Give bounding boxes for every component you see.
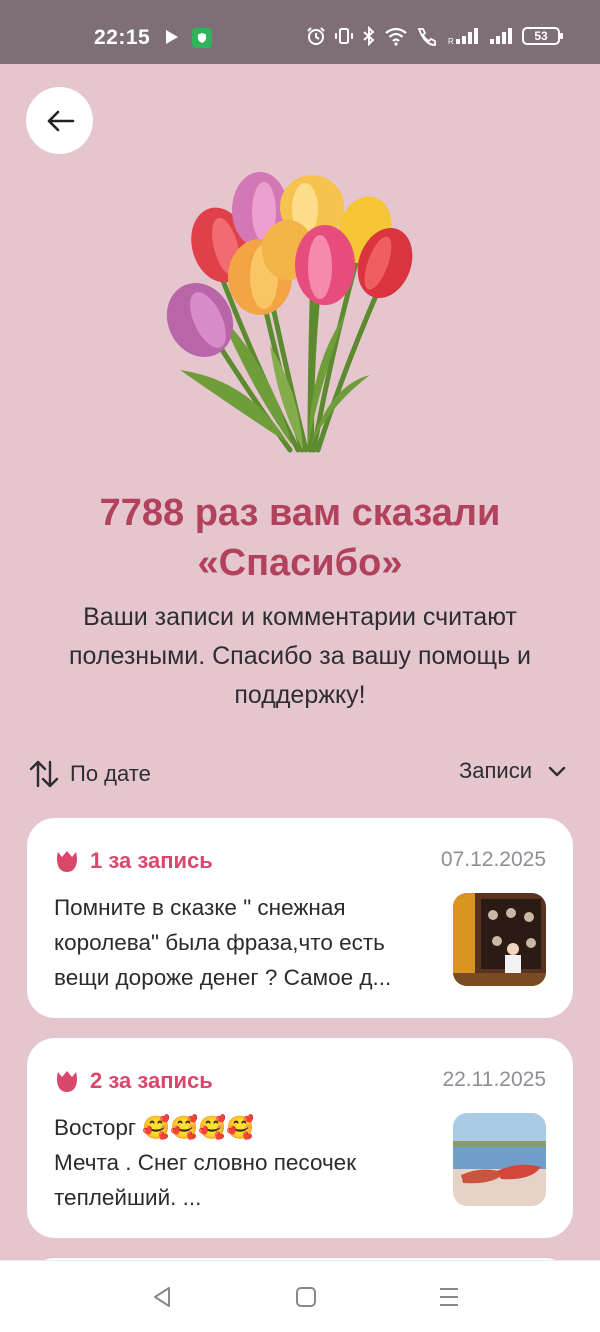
menu-lines-icon xyxy=(440,1288,458,1306)
play-icon xyxy=(166,30,178,44)
status-icons: R 53 xyxy=(306,26,563,46)
nav-back-button[interactable] xyxy=(148,1283,176,1311)
signal-icon: R xyxy=(448,28,478,46)
thanks-card[interactable]: 1 за запись 07.12.2025 Помните в сказке … xyxy=(27,818,573,1018)
shield-icon xyxy=(192,28,212,48)
arrow-left-icon xyxy=(47,110,74,131)
filter-dropdown[interactable]: Записи xyxy=(459,758,568,784)
excerpt-line: Мечта . Снег словно песочек xyxy=(54,1150,357,1175)
nav-menu-button[interactable] xyxy=(435,1283,463,1311)
filter-label: Записи xyxy=(458,758,532,783)
card-date: 07.12.2025 xyxy=(440,848,546,871)
thanks-count: 2 за запись xyxy=(90,1068,213,1093)
sort-button[interactable]: По дате xyxy=(28,758,151,790)
tulip-icon xyxy=(57,851,77,872)
back-triangle-icon xyxy=(154,1287,170,1307)
back-button[interactable] xyxy=(26,87,93,154)
alarm-icon xyxy=(307,27,325,45)
subtitle-text: Ваши записи и комментарии считают полезн… xyxy=(69,603,531,709)
svg-text:R: R xyxy=(448,37,454,46)
sort-label: По дате xyxy=(70,761,151,786)
thanks-count: 1 за запись xyxy=(90,848,213,873)
call-icon xyxy=(417,28,436,46)
card-excerpt: Восторг 🥰🥰🥰🥰 Мечта . Снег словно песочек… xyxy=(54,1110,429,1215)
tulip-icon xyxy=(57,1071,77,1092)
wifi-icon xyxy=(385,27,407,46)
thanks-card[interactable]: 2 за запись 22.11.2025 Восторг 🥰🥰🥰🥰 Мечт… xyxy=(27,1038,573,1238)
nav-home-button[interactable] xyxy=(292,1283,320,1311)
excerpt-line: королева" была фраза,что есть xyxy=(54,930,385,955)
sort-arrows-icon xyxy=(29,760,59,788)
card-meta: 2 за запись xyxy=(54,1068,213,1094)
vibrate-icon xyxy=(335,28,353,44)
headline: 7788 раз вам сказали «Спасибо» xyxy=(99,492,501,584)
tulip-bouquet-image xyxy=(166,172,413,453)
card-meta: 1 за запись xyxy=(54,848,213,874)
signal-icon xyxy=(490,28,512,44)
excerpt-line: Помните в сказке " снежная xyxy=(54,895,346,920)
card-date: 22.11.2025 xyxy=(442,1068,546,1091)
card-thumbnail[interactable] xyxy=(453,893,546,986)
card-excerpt: Помните в сказке " снежная королева" был… xyxy=(54,890,429,995)
excerpt-line: теплейший. ... xyxy=(54,1185,202,1210)
home-square-icon xyxy=(296,1287,316,1307)
bluetooth-icon xyxy=(363,26,375,46)
card-thumbnail[interactable] xyxy=(453,1113,546,1206)
system-nav-bar xyxy=(0,1260,600,1332)
status-time: 22:15 xyxy=(94,26,151,49)
chevron-down-icon xyxy=(548,766,566,777)
excerpt-line: Восторг 🥰🥰🥰🥰 xyxy=(54,1115,255,1140)
sort-filter-row: По дате Записи xyxy=(28,754,572,794)
excerpt-line: вещи дороже денег ? Самое д... xyxy=(54,965,392,990)
status-bar: 22:15 R 53 xyxy=(0,0,600,64)
battery-icon: 53 xyxy=(522,27,563,45)
